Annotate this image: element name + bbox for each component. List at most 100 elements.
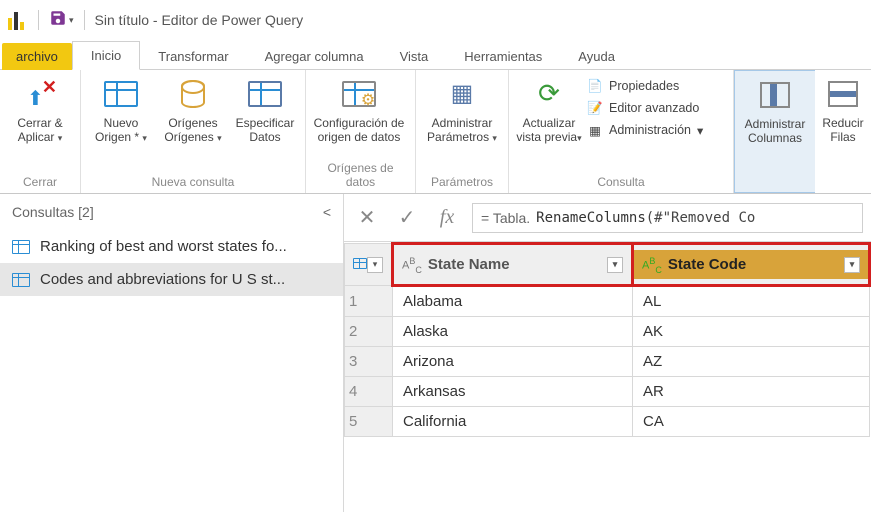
save-button[interactable]: ▾ bbox=[49, 9, 74, 32]
properties-label: Propiedades bbox=[609, 79, 679, 93]
cancel-formula-button[interactable]: ✕ bbox=[352, 205, 382, 230]
ribbon-group-label: Consulta bbox=[515, 173, 727, 191]
data-source-settings-label: Configuración de origen de datos bbox=[312, 116, 406, 152]
cell[interactable]: AL bbox=[633, 286, 870, 317]
tab-add-column[interactable]: Agregar columna bbox=[247, 43, 382, 70]
column-header-state-code[interactable]: ABC State Code ▾ bbox=[633, 244, 870, 286]
filter-dropdown-button[interactable]: ▾ bbox=[844, 257, 860, 273]
tab-help[interactable]: Ayuda bbox=[560, 43, 633, 70]
recent-sources-icon bbox=[175, 76, 211, 112]
new-source-button[interactable]: Nuevo Origen * ▾ bbox=[87, 74, 155, 152]
ribbon-group-label: Cerrar bbox=[6, 173, 74, 191]
cell[interactable]: AK bbox=[633, 317, 870, 347]
ribbon-tabs: archivo Inicio Transformar Agregar colum… bbox=[0, 40, 871, 70]
ribbon-group-label: Nueva consulta bbox=[87, 173, 299, 191]
cell[interactable]: Arizona bbox=[393, 347, 633, 377]
formula-prefix: = Tabla. bbox=[481, 210, 530, 226]
table-icon bbox=[12, 273, 30, 287]
ribbon-group-columns: Administrar Columnas bbox=[734, 70, 815, 193]
properties-button[interactable]: 📄 Propiedades bbox=[587, 78, 727, 94]
column-header-label: State Name bbox=[428, 256, 510, 273]
manage-parameters-label: Administrar Parámetros bbox=[427, 116, 492, 144]
table-row[interactable]: 5CaliforniaCA bbox=[345, 407, 870, 437]
chevron-down-icon: ▾ bbox=[217, 133, 222, 143]
close-apply-button[interactable]: ✕⬆ Cerrar & Aplicar ▾ bbox=[6, 74, 74, 152]
row-number[interactable]: 4 bbox=[345, 377, 393, 407]
cell[interactable]: Alaska bbox=[393, 317, 633, 347]
enter-data-button[interactable]: Especificar Datos bbox=[231, 74, 299, 152]
filter-dropdown-button[interactable]: ▾ bbox=[607, 257, 623, 273]
manage-button[interactable]: ▦ Administración ▾ bbox=[587, 122, 727, 138]
table-corner[interactable]: ▾ bbox=[345, 244, 393, 286]
collapse-pane-button[interactable]: < bbox=[323, 204, 331, 220]
ribbon-group-data-sources: ⚙ Configuración de origen de datos Oríge… bbox=[306, 70, 416, 193]
manage-label: Administración bbox=[609, 123, 691, 137]
data-grid: ▾ ABC State Name ▾ ABC bbox=[344, 242, 871, 512]
query-item-label: Codes and abbreviations for U S st... bbox=[40, 271, 285, 288]
table-star-icon bbox=[103, 76, 139, 112]
type-text-icon: ABC bbox=[642, 256, 662, 274]
table-row[interactable]: 4ArkansasAR bbox=[345, 377, 870, 407]
formula-func: RenameColumns bbox=[536, 210, 646, 226]
cell[interactable]: Arkansas bbox=[393, 377, 633, 407]
ribbon-group-label bbox=[821, 187, 865, 191]
recent-sources-button[interactable]: Orígenes Orígenes ▾ bbox=[159, 74, 227, 152]
advanced-editor-label: Editor avanzado bbox=[609, 101, 699, 115]
row-number[interactable]: 3 bbox=[345, 347, 393, 377]
save-icon bbox=[49, 9, 67, 32]
cell[interactable]: Alabama bbox=[393, 286, 633, 317]
column-header-state-name[interactable]: ABC State Name ▾ bbox=[393, 244, 633, 286]
table-row[interactable]: 3ArizonaAZ bbox=[345, 347, 870, 377]
properties-icon: 📄 bbox=[587, 78, 603, 94]
titlebar: ▾ Sin título - Editor de Power Query bbox=[0, 0, 871, 40]
reduce-rows-button[interactable]: Reducir Filas bbox=[821, 74, 865, 152]
row-number[interactable]: 5 bbox=[345, 407, 393, 437]
rows-icon bbox=[825, 76, 861, 112]
chevron-down-icon: ▾ bbox=[142, 133, 147, 143]
tab-home[interactable]: Inicio bbox=[72, 41, 140, 70]
tab-tools[interactable]: Herramientas bbox=[446, 43, 560, 70]
manage-icon: ▦ bbox=[587, 122, 603, 138]
refresh-preview-button[interactable]: ⟳ Actualizar vista previa▾ bbox=[515, 74, 583, 152]
chevron-down-icon: ▾ bbox=[58, 133, 63, 143]
cell[interactable]: California bbox=[393, 407, 633, 437]
manage-columns-button[interactable]: Administrar Columnas bbox=[741, 75, 809, 153]
row-number[interactable]: 2 bbox=[345, 317, 393, 347]
chevron-down-icon: ▾ bbox=[367, 257, 383, 273]
row-number[interactable]: 1 bbox=[345, 286, 393, 317]
content-area: Consultas [2] < Ranking of best and wors… bbox=[0, 194, 871, 512]
advanced-editor-button[interactable]: 📝 Editor avanzado bbox=[587, 100, 727, 116]
fx-button[interactable]: fx bbox=[432, 206, 462, 229]
cell[interactable]: AR bbox=[633, 377, 870, 407]
accept-formula-button[interactable]: ✓ bbox=[392, 205, 422, 230]
cell[interactable]: CA bbox=[633, 407, 870, 437]
advanced-editor-icon: 📝 bbox=[587, 100, 603, 116]
close-apply-icon: ✕⬆ bbox=[22, 76, 58, 112]
ribbon: ✕⬆ Cerrar & Aplicar ▾ Cerrar Nuevo Orige… bbox=[0, 70, 871, 194]
enter-data-label: Especificar Datos bbox=[231, 116, 299, 152]
chevron-down-icon: ▾ bbox=[492, 133, 497, 143]
ribbon-group-new-query: Nuevo Origen * ▾ Orígenes Orígenes ▾ Esp… bbox=[81, 70, 306, 193]
query-item[interactable]: Ranking of best and worst states fo... bbox=[0, 230, 343, 263]
formula-rest: (#"Removed Co bbox=[646, 210, 756, 226]
cell[interactable]: AZ bbox=[633, 347, 870, 377]
query-item[interactable]: Codes and abbreviations for U S st... bbox=[0, 263, 343, 296]
table-row[interactable]: 1AlabamaAL bbox=[345, 286, 870, 317]
formula-bar: ✕ ✓ fx = Tabla. RenameColumns(#"Removed … bbox=[344, 194, 871, 242]
table-row[interactable]: 2AlaskaAK bbox=[345, 317, 870, 347]
data-source-settings-button[interactable]: ⚙ Configuración de origen de datos bbox=[312, 74, 406, 152]
tab-file[interactable]: archivo bbox=[2, 43, 72, 70]
columns-icon bbox=[757, 77, 793, 113]
app-logo-icon bbox=[8, 10, 28, 30]
ribbon-group-label: Parámetros bbox=[422, 173, 502, 191]
tab-transform[interactable]: Transformar bbox=[140, 43, 246, 70]
tab-view[interactable]: Vista bbox=[382, 43, 447, 70]
manage-parameters-button[interactable]: ▦ Administrar Parámetros ▾ bbox=[422, 74, 502, 152]
chevron-down-icon: ▾ bbox=[697, 123, 703, 138]
formula-input[interactable]: = Tabla. RenameColumns(#"Removed Co bbox=[472, 203, 863, 233]
parameters-icon: ▦ bbox=[444, 76, 480, 112]
close-apply-label: Cerrar & Aplicar bbox=[17, 116, 62, 144]
type-text-icon: ABC bbox=[402, 256, 422, 274]
grid-pane: ✕ ✓ fx = Tabla. RenameColumns(#"Removed … bbox=[344, 194, 871, 512]
ribbon-group-rows: Reducir Filas bbox=[815, 70, 871, 193]
